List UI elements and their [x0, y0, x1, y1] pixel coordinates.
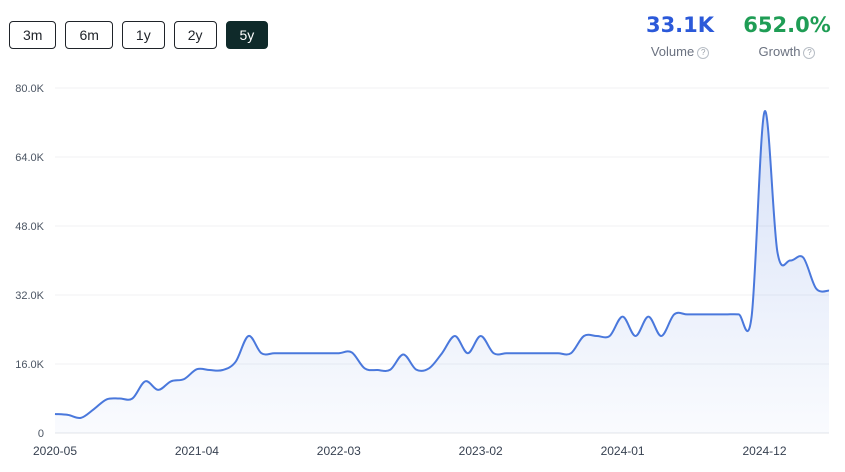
y-tick-label: 16.0K — [15, 359, 44, 371]
x-tick-label: 2023-02 — [459, 444, 503, 458]
series-area — [55, 111, 829, 433]
y-tick-label: 64.0K — [15, 152, 44, 164]
y-tick-label: 32.0K — [15, 290, 44, 302]
y-tick-label: 48.0K — [15, 221, 44, 233]
y-tick-label: 80.0K — [15, 83, 44, 95]
x-tick-label: 2024-01 — [601, 444, 645, 458]
x-tick-label: 2024-12 — [742, 444, 786, 458]
x-tick-label: 2020-05 — [33, 444, 77, 458]
volume-chart: 0 16.0K 32.0K 48.0K 64.0K 80.0K 2020-05 2021-0… — [15, 83, 830, 458]
x-axis: 2020-05 2021-04 2022-03 2023-02 2024-01 2024-… — [33, 444, 787, 458]
y-axis: 0 16.0K 32.0K 48.0K 64.0K 80.0K — [15, 83, 44, 440]
x-tick-label: 2021-04 — [175, 444, 219, 458]
y-tick-label: 0 — [38, 428, 44, 440]
x-tick-label: 2022-03 — [317, 444, 361, 458]
